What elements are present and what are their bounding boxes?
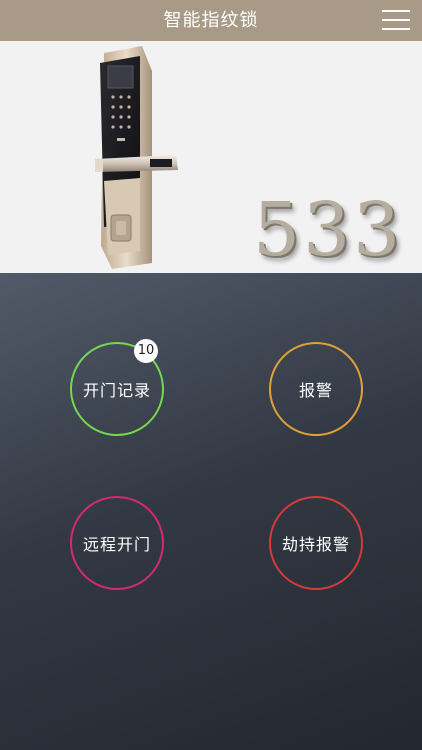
menu-icon-line-middle (382, 19, 410, 21)
alarm-button[interactable]: 报警 (269, 342, 363, 436)
duress-alarm-label: 劫持报警 (281, 535, 350, 554)
duress-alarm-button[interactable]: 劫持报警 (269, 496, 363, 590)
menu-button[interactable] (382, 9, 410, 31)
actions-panel (0, 273, 422, 750)
menu-icon-line-bottom (382, 28, 410, 30)
alarm-label: 报警 (298, 381, 333, 400)
room-number: 533 (253, 187, 404, 273)
remote-open-button[interactable]: 远程开门 (70, 496, 164, 590)
app-header: 智能指纹锁 (0, 0, 422, 41)
menu-icon-line-top (382, 10, 410, 12)
open-records-label: 开门记录 (82, 381, 151, 400)
remote-open-label: 远程开门 (82, 535, 151, 554)
page-title: 智能指纹锁 (163, 10, 259, 31)
hero-banner: 533 (0, 41, 422, 273)
open-records-count-badge: 10 (134, 339, 158, 363)
